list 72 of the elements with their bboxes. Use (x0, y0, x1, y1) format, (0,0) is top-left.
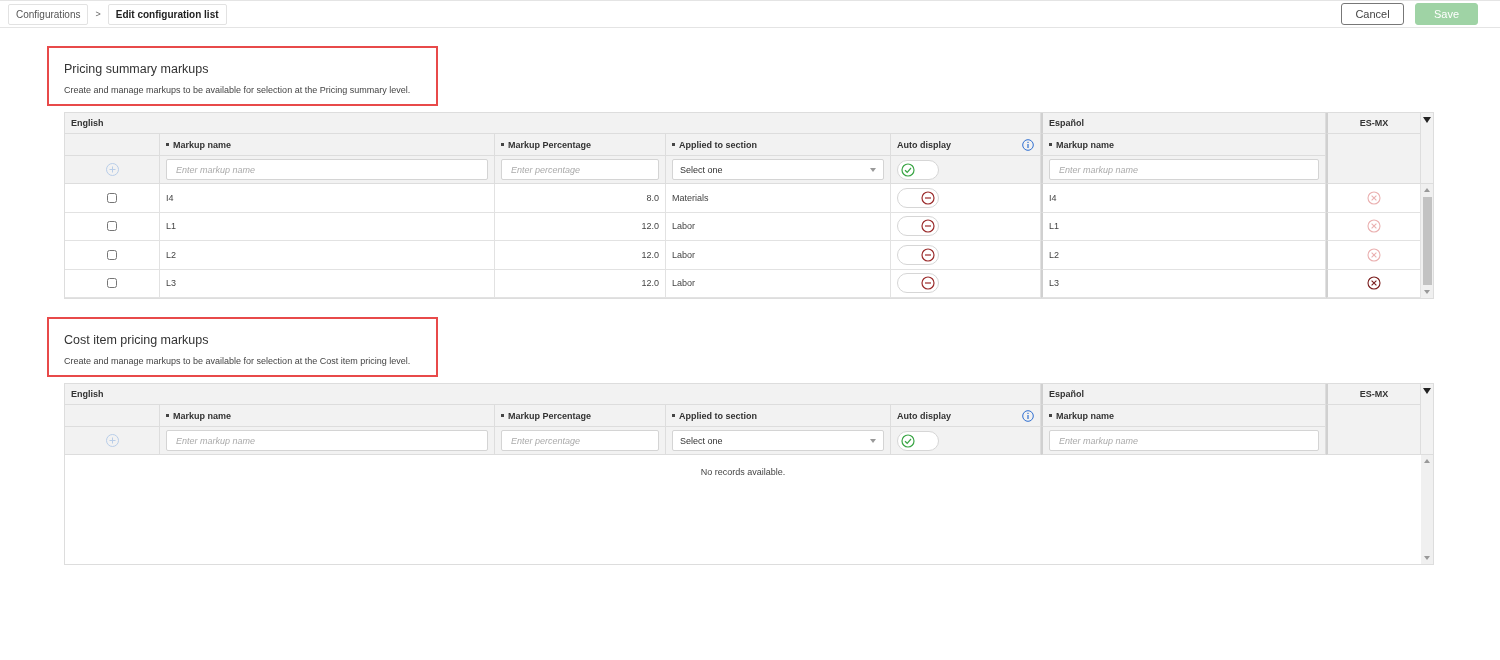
breadcrumb-item[interactable]: Configurations (8, 3, 89, 25)
column-group-header: Español (1041, 113, 1326, 134)
scroll-up-icon[interactable] (1424, 459, 1430, 463)
info-icon[interactable] (1022, 409, 1034, 422)
section-dropdown[interactable]: Select one (672, 159, 884, 180)
table-cell: 12.0 (641, 278, 659, 289)
section-description: Create and manage markups to be available for selection at the Cost item pricing level. (64, 356, 411, 366)
row-checkbox[interactable] (107, 249, 117, 260)
row-checkbox[interactable] (107, 221, 117, 232)
column-group-header: English (65, 113, 1041, 134)
table-cell: L3 (1049, 278, 1059, 289)
auto-display-toggle[interactable] (897, 430, 939, 451)
scrollbar[interactable] (1421, 184, 1433, 298)
caret-icon (870, 438, 876, 443)
scroll-down-icon[interactable] (1424, 290, 1430, 294)
table-cell: L2 (1049, 249, 1059, 260)
column-header: Markup name (1049, 410, 1115, 421)
cancel-button[interactable]: Cancel (1341, 3, 1404, 25)
table-cell: I4 (1049, 192, 1057, 203)
section-description: Create and manage markups to be available for selection at the Pricing summary level. (64, 85, 411, 95)
table-cell: L3 (166, 278, 176, 289)
table-cell: Labor (672, 249, 696, 260)
percentage-input[interactable]: Enter percentage (501, 159, 659, 180)
spanish-name-input[interactable]: Enter markup name (1049, 159, 1319, 180)
column-header: Markup name (1049, 139, 1115, 150)
markup-name-input[interactable]: Enter markup name (166, 159, 488, 180)
section-title: Cost item pricing markups (64, 333, 210, 347)
table-cell: Materials (672, 192, 709, 203)
column-menu-icon[interactable] (1423, 388, 1431, 394)
table-cell: 12.0 (641, 221, 659, 232)
column-group-header: English (65, 384, 1041, 405)
breadcrumb-item[interactable]: Edit configuration list (107, 3, 227, 25)
column-group-header: Español (1041, 384, 1326, 405)
column-header: Applied to section (672, 139, 757, 150)
column-header: Auto display (897, 410, 951, 421)
scroll-up-icon[interactable] (1424, 188, 1430, 192)
section-title: Pricing summary markups (64, 62, 210, 76)
column-group-header: ES-MX (1326, 113, 1421, 134)
table-cell: L2 (166, 249, 176, 260)
column-header: Markup Percentage (501, 410, 592, 421)
column-header: Markup name (166, 410, 232, 421)
auto-display-toggle[interactable] (897, 216, 939, 237)
column-header: Markup Percentage (501, 139, 592, 150)
auto-display-toggle[interactable] (897, 273, 939, 294)
section-dropdown[interactable]: Select one (672, 430, 884, 451)
caret-icon (870, 167, 876, 172)
table-cell: I4 (166, 192, 174, 203)
breadcrumb-separator: > (95, 9, 101, 19)
table-cell: 12.0 (641, 249, 659, 260)
column-menu-icon[interactable] (1423, 117, 1431, 123)
delete-icon[interactable] (1367, 276, 1381, 291)
auto-display-toggle[interactable] (897, 159, 939, 180)
percentage-input[interactable]: Enter percentage (501, 430, 659, 451)
column-header: Applied to section (672, 410, 757, 421)
table-cell: 8.0 (646, 192, 659, 203)
auto-display-toggle[interactable] (897, 244, 939, 265)
info-icon[interactable] (1022, 138, 1034, 151)
table-cell: L1 (1049, 221, 1059, 232)
column-header: Auto display (897, 139, 951, 150)
markup-name-input[interactable]: Enter markup name (166, 430, 488, 451)
table-cell: L1 (166, 221, 176, 232)
column-header: Markup name (166, 139, 232, 150)
column-group-header: ES-MX (1326, 384, 1421, 405)
auto-display-toggle[interactable] (897, 187, 939, 208)
spanish-name-input[interactable]: Enter markup name (1049, 430, 1319, 451)
row-checkbox[interactable] (107, 192, 117, 203)
row-checkbox[interactable] (107, 278, 117, 289)
table-cell: Labor (672, 221, 696, 232)
scrollbar[interactable] (1421, 455, 1433, 564)
scroll-down-icon[interactable] (1424, 556, 1430, 560)
empty-message: No records available. (700, 467, 786, 477)
table-cell: Labor (672, 278, 696, 289)
